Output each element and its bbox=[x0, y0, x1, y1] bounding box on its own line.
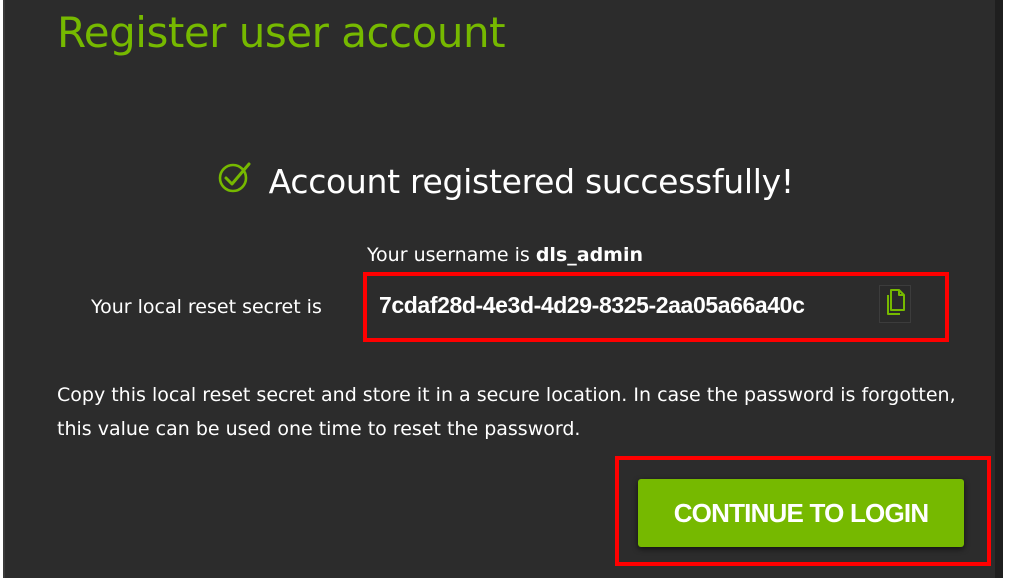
copy-icon bbox=[884, 288, 906, 321]
username-value: dls_admin bbox=[535, 244, 644, 266]
username-label: Your username is bbox=[366, 244, 536, 266]
continue-to-login-button[interactable]: CONTINUE TO LOGIN bbox=[638, 479, 964, 547]
copy-secret-button[interactable] bbox=[879, 285, 911, 323]
reset-secret-value[interactable]: 7cdaf28d-4e3d-4d29-8325-2aa05a66a40c bbox=[379, 292, 805, 319]
check-circle-icon bbox=[216, 159, 252, 200]
page-title: Register user account bbox=[57, 8, 506, 57]
success-banner: Account registered successfully! bbox=[5, 162, 1005, 201]
reset-secret-note: Copy this local reset secret and store i… bbox=[57, 384, 956, 440]
register-dialog: Register user account Account registered… bbox=[3, 0, 1003, 578]
reset-secret-label: Your local reset secret is bbox=[91, 296, 322, 318]
username-line: Your username is dls_admin bbox=[5, 244, 1005, 266]
success-message: Account registered successfully! bbox=[268, 162, 794, 201]
